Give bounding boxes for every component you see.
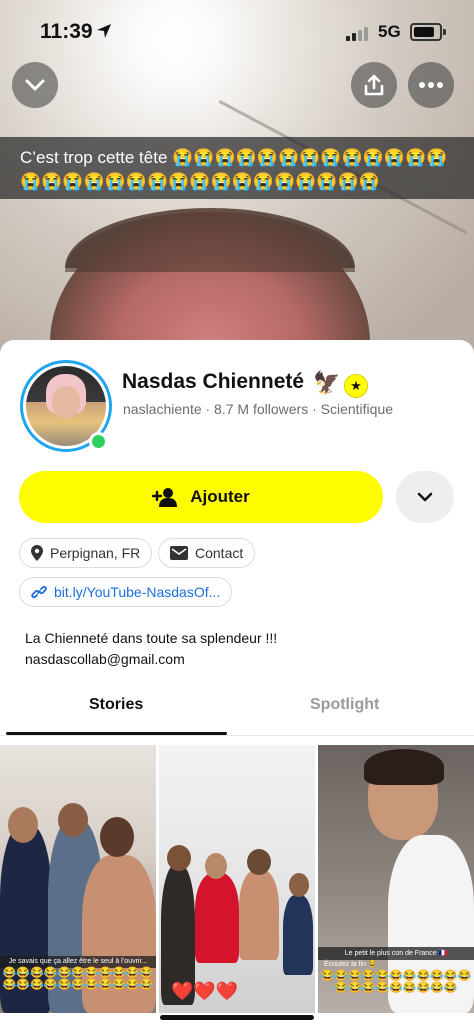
more-options-button[interactable] bbox=[408, 62, 454, 108]
chevron-down-icon bbox=[25, 79, 45, 91]
battery-icon bbox=[410, 23, 446, 41]
location-arrow-icon bbox=[97, 24, 111, 38]
story-person-head bbox=[289, 873, 309, 897]
story-person bbox=[195, 873, 239, 963]
story-person-head bbox=[205, 853, 227, 879]
contact-label: Contact bbox=[195, 545, 244, 561]
story-person-head bbox=[167, 845, 191, 871]
mail-icon bbox=[170, 546, 188, 560]
snap-caption: C’est trop cette tête 😭😭😭😭😭😭😭😭😭😭😭😭😭😭😭😭😭😭… bbox=[20, 148, 448, 191]
story-thumbnail[interactable]: ❤️❤️❤️ bbox=[159, 745, 315, 1013]
location-chip[interactable]: Perpignan, FR bbox=[19, 538, 153, 568]
add-friend-icon bbox=[152, 488, 178, 507]
online-indicator bbox=[89, 432, 108, 451]
story-person bbox=[239, 870, 279, 960]
story-person-hair bbox=[364, 749, 444, 785]
expand-actions-button[interactable] bbox=[396, 471, 454, 523]
story-person bbox=[283, 895, 313, 975]
eagle-emoji: 🦅 bbox=[313, 370, 341, 395]
link-icon bbox=[31, 585, 47, 599]
status-bar: 11:39 5G bbox=[0, 0, 474, 60]
bio-email: nasdascollab@gmail.com bbox=[25, 651, 185, 667]
story-thumbnail[interactable]: Je savais que ça allez être le seul à l’… bbox=[0, 745, 156, 1013]
story-emojis: 😂😂😂😂😂😂😂😂😂😂😂😂😂😂😂😂😂😂😂😂 bbox=[320, 970, 472, 994]
story-emojis: 😂😂😂😂😂😂😂😂😂😂😂😂😂😂😂😂😂😂😂😂😂😂 bbox=[2, 967, 154, 991]
story-person-head bbox=[247, 849, 271, 875]
bio: La Chienneté dans toute sa splendeur !!!… bbox=[25, 628, 277, 670]
story-thumbnail[interactable]: Le petit le plus con de France 🇫🇷 Écoute… bbox=[318, 745, 474, 1013]
tab-stories[interactable]: Stories bbox=[89, 696, 143, 714]
profile-meta: naslachiente · 8.7 M followers · Scienti… bbox=[123, 401, 394, 417]
add-friend-label: Ajouter bbox=[190, 487, 250, 506]
story-caption: Le petit le plus con de France 🇫🇷 bbox=[318, 947, 474, 960]
tab-spotlight[interactable]: Spotlight bbox=[310, 696, 379, 714]
home-indicator bbox=[160, 1015, 314, 1020]
contact-chip[interactable]: Contact bbox=[158, 538, 256, 568]
story-emojis: ❤️❤️❤️ bbox=[171, 981, 239, 1001]
profile-tabs: Stories Spotlight bbox=[0, 696, 474, 736]
add-friend-button[interactable]: Ajouter bbox=[19, 471, 383, 523]
story-caption-secondary: Écoutez la fin 😂 bbox=[324, 961, 377, 968]
verified-badge: ★ bbox=[344, 374, 368, 398]
story-person-head bbox=[8, 807, 38, 843]
link-label: bit.ly/YouTube-NasdasOf... bbox=[54, 584, 221, 600]
chevron-down-icon bbox=[417, 492, 433, 502]
signal-bars-icon bbox=[346, 27, 368, 41]
status-time: 11:39 bbox=[40, 20, 93, 43]
more-dots-icon bbox=[419, 82, 443, 88]
share-icon bbox=[364, 74, 384, 96]
link-chip[interactable]: bit.ly/YouTube-NasdasOf... bbox=[19, 577, 233, 607]
share-button[interactable] bbox=[351, 62, 397, 108]
location-label: Perpignan, FR bbox=[50, 545, 141, 561]
story-person-head bbox=[58, 803, 88, 837]
story-person-head bbox=[100, 817, 134, 857]
tab-divider bbox=[0, 735, 474, 736]
network-type: 5G bbox=[378, 22, 401, 41]
bio-line-1: La Chienneté dans toute sa splendeur !!! bbox=[25, 630, 278, 646]
location-pin-icon bbox=[31, 545, 43, 561]
collapse-button[interactable] bbox=[12, 62, 58, 108]
profile-name: Nasdas Chienneté bbox=[122, 370, 305, 393]
